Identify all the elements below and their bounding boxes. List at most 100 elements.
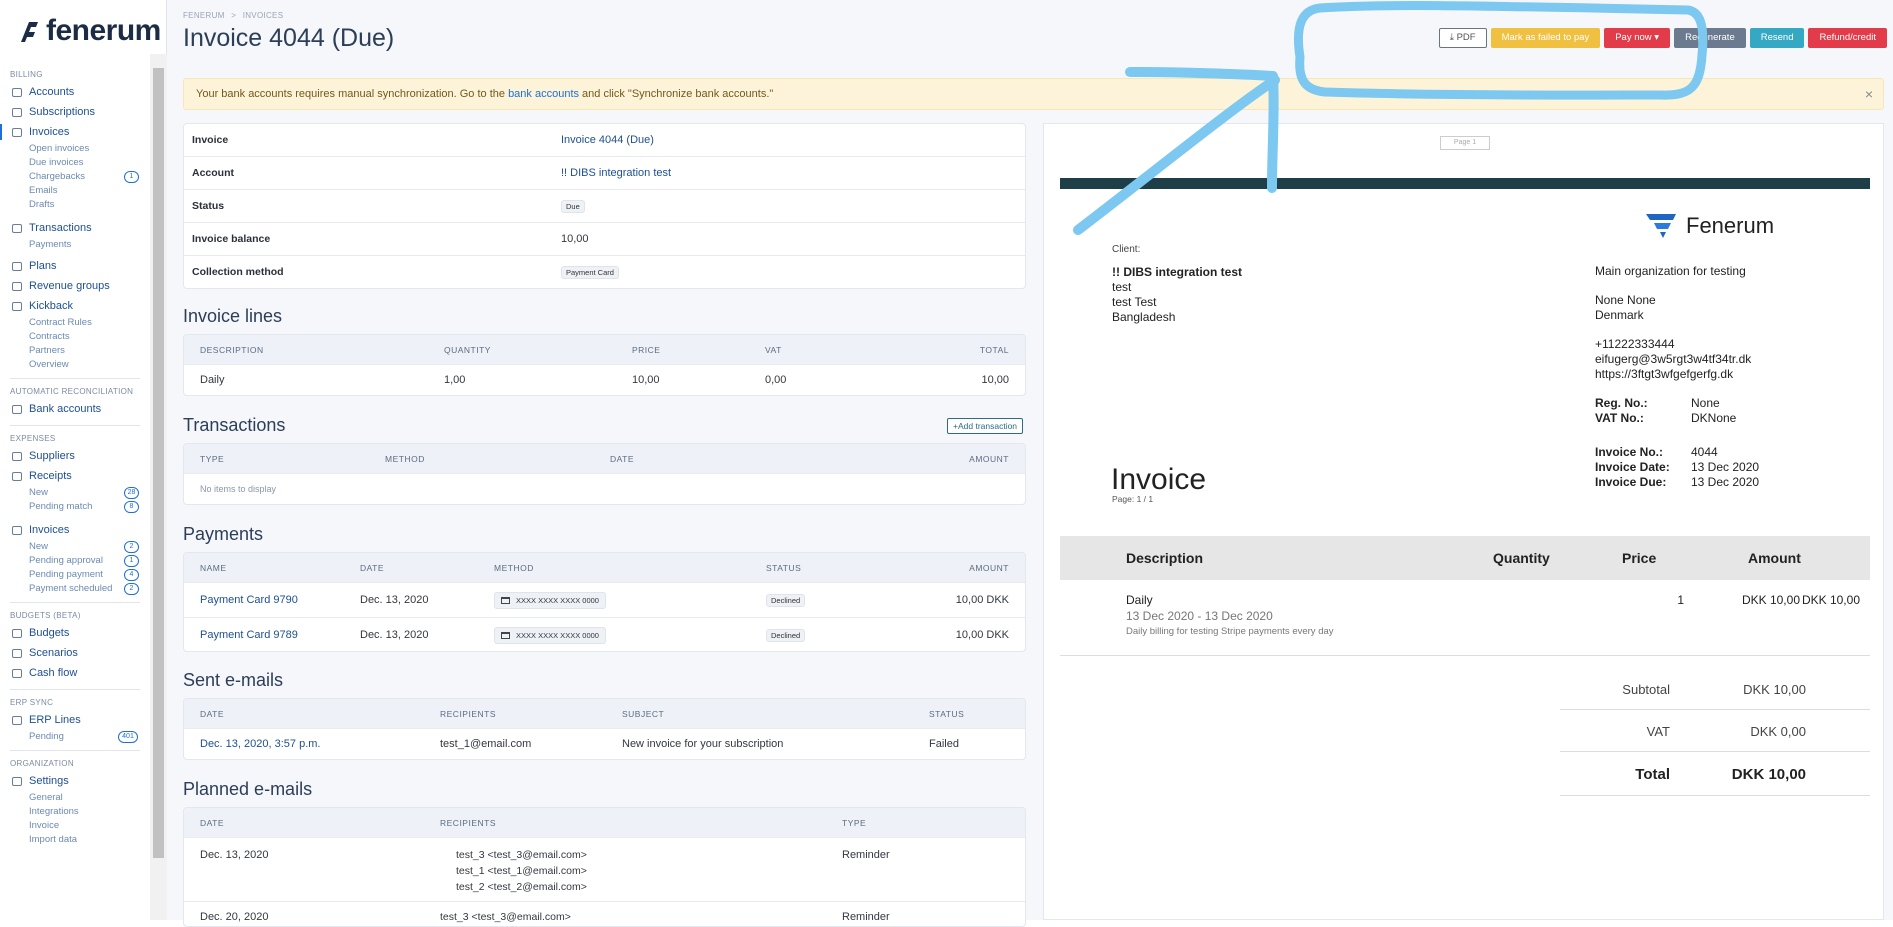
sidebar-sub-label: Pending payment — [29, 569, 103, 580]
close-icon[interactable]: × — [1865, 79, 1873, 109]
sidebar-item-settings[interactable]: Settings — [0, 771, 150, 791]
sidebar-sub-label: Chargebacks — [29, 171, 85, 182]
sidebar-sub-chargebacks[interactable]: Chargebacks 1 — [0, 170, 150, 184]
sidebar-item-cash-flow[interactable]: Cash flow — [0, 663, 150, 683]
fenerum-logo[interactable]: fenerum — [18, 14, 161, 48]
mark-failed-button[interactable]: Mark as failed to pay — [1490, 28, 1601, 48]
sidebar-sub-pending-match[interactable]: Pending match 8 — [0, 500, 150, 514]
sidebar-sub-due-invoices[interactable]: Due invoices — [0, 156, 150, 170]
meta-key: Invoice Due: — [1595, 475, 1667, 489]
count-badge: 8 — [124, 501, 139, 513]
sidebar-item-label: Settings — [29, 775, 69, 787]
sidebar-item-label: Invoices — [29, 126, 70, 138]
sidebar-item-erp-lines[interactable]: ERP Lines — [0, 710, 150, 730]
reg-value: None — [1691, 396, 1720, 410]
sidebar-item-suppliers[interactable]: Suppliers — [0, 446, 150, 466]
sidebar-sub-contract-rules[interactable]: Contract Rules — [0, 316, 150, 330]
sidebar-item-scenarios[interactable]: Scenarios — [0, 643, 150, 663]
sidebar-sub-exp-new[interactable]: New 2 — [0, 540, 150, 554]
breadcrumb-invoices[interactable]: INVOICES — [243, 11, 284, 20]
sidebar-item-subscriptions[interactable]: Subscriptions — [0, 102, 150, 122]
sidebar-sub-invoice[interactable]: Invoice — [0, 819, 150, 833]
sidebar-sub-label: New — [29, 487, 49, 498]
sidebar-sub-receipts-new[interactable]: New 28 — [0, 486, 150, 500]
caret-down-icon: ▾ — [1651, 32, 1660, 43]
status-badge: Declined — [766, 593, 806, 607]
sidebar-scrollbar[interactable] — [150, 54, 167, 920]
divider — [1060, 655, 1870, 656]
bank-accounts-link[interactable]: bank accounts — [508, 88, 579, 100]
sidebar-sub-payments[interactable]: Payments — [0, 238, 150, 252]
alert-text-end: and click "Synchronize bank accounts." — [579, 88, 774, 100]
org-contact: +11222333444 eifugerg@3w5rgt3w4tf34tr.dk… — [1595, 337, 1751, 382]
page-title: Invoice 4044 (Due) — [183, 24, 395, 52]
sidebar-sub-general[interactable]: General — [0, 791, 150, 805]
column-header: TOTAL — [979, 344, 1009, 355]
sidebar-sub-drafts[interactable]: Drafts — [0, 198, 150, 212]
sidebar-nav: BILLING Accounts Subscriptions Invoices … — [0, 68, 150, 847]
sidebar-item-receipts[interactable]: Receipts — [0, 466, 150, 486]
pay-now-button[interactable]: Pay now ▾ — [1604, 28, 1671, 48]
column-header: Description — [1126, 550, 1204, 566]
sidebar-sub-erp-pending[interactable]: Pending 401 — [0, 730, 150, 744]
column-header: Amount — [1748, 550, 1801, 566]
sidebar-item-label: Accounts — [29, 86, 75, 98]
sidebar-sub-emails[interactable]: Emails — [0, 184, 150, 198]
sidebar-sub-pending-approval[interactable]: Pending approval 1 — [0, 554, 150, 568]
page-indicator[interactable]: Page 1 — [1440, 136, 1490, 150]
table-row: Payment Card 9790 Dec. 13, 2020 XXXX XXX… — [184, 582, 1025, 617]
payment-link[interactable]: Payment Card 9790 — [184, 594, 344, 606]
cell: New invoice for your subscription — [622, 738, 784, 750]
folder-icon — [12, 282, 22, 291]
divider — [10, 750, 140, 751]
email-link[interactable]: Dec. 13, 2020, 3:57 p.m. — [184, 738, 424, 750]
sidebar-item-label: Suppliers — [29, 450, 75, 462]
refund-credit-button[interactable]: Refund/credit — [1808, 28, 1887, 48]
vat-key: VAT No.: — [1595, 411, 1644, 425]
column-header: SUBJECT — [622, 708, 665, 719]
sidebar-item-revenue-groups[interactable]: Revenue groups — [0, 276, 150, 296]
sidebar-sub-open-invoices[interactable]: Open invoices — [0, 142, 150, 156]
regenerate-button[interactable]: Regenerate — [1674, 28, 1746, 48]
sidebar-item-label: Plans — [29, 260, 57, 272]
invoice-link[interactable]: Invoice 4044 (Due) — [561, 124, 654, 156]
add-transaction-button[interactable]: +Add transaction — [947, 418, 1024, 434]
sidebar-item-kickback[interactable]: Kickback — [0, 296, 150, 316]
sidebar-item-transactions[interactable]: Transactions — [0, 218, 150, 238]
sidebar-item-invoices[interactable]: Invoices — [0, 122, 150, 142]
sidebar-sub-contracts[interactable]: Contracts — [0, 330, 150, 344]
sidebar-item-expense-invoices[interactable]: Invoices — [0, 520, 150, 540]
sidebar-item-label: Revenue groups — [29, 280, 110, 292]
column-header: DATE — [360, 562, 385, 573]
divider — [10, 602, 140, 603]
column-header: Quantity — [1493, 550, 1550, 566]
sidebar-sub-partners[interactable]: Partners — [0, 344, 150, 358]
recipient: test_3 <test_3@email.com> — [456, 849, 587, 861]
pdf-button-label: PDF — [1456, 32, 1476, 43]
info-row: Collection method Payment Card — [184, 256, 1025, 289]
address-line: test — [1112, 280, 1132, 294]
resend-button[interactable]: Resend — [1749, 28, 1805, 48]
sidebar-item-plans[interactable]: Plans — [0, 256, 150, 276]
column-header: RECIPIENTS — [440, 708, 497, 719]
info-row: Status Due — [184, 190, 1025, 223]
sidebar-sub-overview[interactable]: Overview — [0, 358, 150, 372]
sidebar-item-bank-accounts[interactable]: Bank accounts — [0, 399, 150, 419]
account-link[interactable]: !! DIBS integration test — [561, 157, 671, 189]
planned-emails-table: DATE RECIPIENTS TYPE Dec. 13, 2020 test_… — [183, 807, 1026, 927]
payment-link[interactable]: Payment Card 9789 — [184, 629, 344, 641]
suppliers-icon — [12, 452, 22, 461]
sidebar-sub-label: Pending approval — [29, 555, 103, 566]
card-chip: XXXX XXXX XXXX 0000 — [494, 591, 606, 609]
sidebar-item-budgets[interactable]: Budgets — [0, 623, 150, 643]
sidebar-sub-integrations[interactable]: Integrations — [0, 805, 150, 819]
pdf-button[interactable]: ⤓ PDF — [1438, 28, 1487, 48]
sidebar-sub-payment-scheduled[interactable]: Payment scheduled 2 — [0, 582, 150, 596]
sidebar-sub-import-data[interactable]: Import data — [0, 833, 150, 847]
scrollbar-thumb[interactable] — [153, 68, 164, 858]
sidebar-item-accounts[interactable]: Accounts — [0, 82, 150, 102]
breadcrumb-fenerum[interactable]: FENERUM — [183, 11, 225, 20]
sidebar-item-label: Bank accounts — [29, 403, 102, 415]
divider — [10, 378, 140, 379]
sidebar-sub-pending-payment[interactable]: Pending payment 4 — [0, 568, 150, 582]
